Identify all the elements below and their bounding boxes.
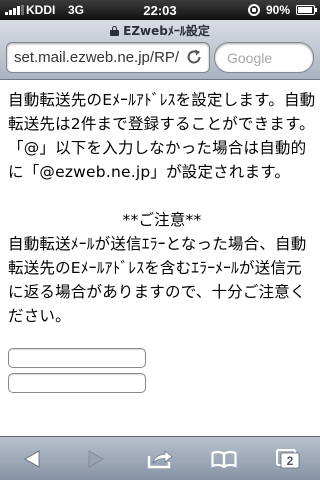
- share-icon: [147, 450, 173, 469]
- forward-arrow-icon: [88, 450, 104, 468]
- url-text: set.mail.ezweb.ne.jp/RP/: [14, 49, 180, 66]
- secure-lock-icon: [110, 26, 120, 36]
- status-bar: KDDI 3G 22:03 90%: [0, 0, 320, 20]
- forward-button[interactable]: [64, 437, 128, 480]
- back-arrow-icon: [24, 450, 40, 468]
- battery-icon: [296, 5, 317, 15]
- browser-toolbar: 2: [0, 436, 320, 480]
- tabs-icon: 2: [276, 449, 300, 469]
- battery-percent: 90%: [266, 3, 291, 17]
- browser-navigation-bar: EZwebﾒｰﾙ設定 set.mail.ezweb.ne.jp/RP/ Goog…: [0, 20, 320, 80]
- page-title-bar: EZwebﾒｰﾙ設定: [0, 22, 320, 38]
- intro-paragraph: 自動転送先のEﾒｰﾙｱﾄﾞﾚｽを設定します。自動転送先は2件まで登録することがで…: [8, 91, 316, 133]
- search-placeholder: Google: [227, 50, 273, 66]
- share-button[interactable]: [128, 437, 192, 480]
- rotation-lock-icon: [248, 4, 260, 16]
- page-content: 自動転送先のEﾒｰﾙｱﾄﾞﾚｽを設定します。自動転送先は2件まで登録することがで…: [8, 88, 316, 393]
- bookmarks-button[interactable]: [192, 437, 256, 480]
- notice-heading: **ご注意**: [122, 211, 202, 229]
- reload-icon[interactable]: [185, 48, 203, 66]
- tabs-button[interactable]: 2: [256, 437, 320, 480]
- bookmarks-icon: [211, 450, 237, 468]
- forward-address-input-1[interactable]: [8, 348, 146, 368]
- back-button[interactable]: [0, 437, 64, 480]
- notice-paragraph: 自動転送ﾒｰﾙが送信ｴﾗｰとなった場合、自動転送先のEﾒｰﾙｱﾄﾞﾚｽを含むｴﾗ…: [8, 235, 307, 325]
- forward-address-input-2[interactable]: [8, 373, 146, 393]
- tab-count: 2: [287, 454, 294, 468]
- search-input[interactable]: Google: [214, 42, 314, 73]
- at-sign-note-paragraph: 「@」以下を入力しなかった場合は自動的に「@ezweb.ne.jp」が設定されま…: [8, 139, 307, 181]
- page-title: EZwebﾒｰﾙ設定: [123, 24, 210, 38]
- address-bar[interactable]: set.mail.ezweb.ne.jp/RP/: [6, 42, 210, 73]
